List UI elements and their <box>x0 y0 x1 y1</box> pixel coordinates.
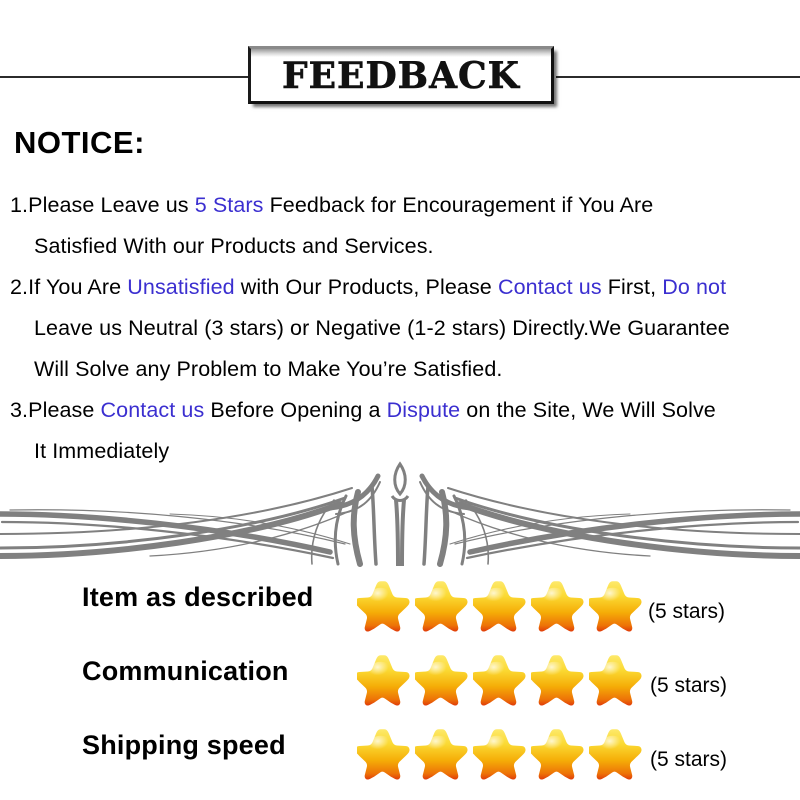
notice-line: 3.Please Contact us Before Opening a Dis… <box>10 390 800 431</box>
notice-highlight-text: Unsatisfied <box>127 275 235 299</box>
star-icon[interactable] <box>473 578 527 632</box>
star-rating[interactable] <box>357 578 643 632</box>
notice-body: 1.Please Leave us 5 Stars Feedback for E… <box>10 185 800 472</box>
notice-highlight-text: 5 Stars <box>194 193 264 217</box>
header-rule-right <box>556 76 800 78</box>
notice-highlight-text: Contact us <box>100 398 205 422</box>
star-icon[interactable] <box>357 578 411 632</box>
rating-caption: (5 stars) <box>650 748 728 771</box>
rating-row: Communication (5 stars) <box>0 646 800 720</box>
star-icon[interactable] <box>473 652 527 706</box>
notice-line: Will Solve any Problem to Make You’re Sa… <box>10 349 800 390</box>
notice-text: 2.If You Are <box>10 275 128 299</box>
star-icon[interactable] <box>357 652 411 706</box>
notice-text: Will Solve any Problem to Make You’re Sa… <box>34 357 503 381</box>
notice-text: First, <box>601 275 663 299</box>
header-rule-left <box>0 76 249 78</box>
star-icon[interactable] <box>589 578 643 632</box>
ratings-section: Item as described (5 stars) Communication (… <box>0 572 800 794</box>
rating-row: Shipping speed (5 stars) <box>0 720 800 794</box>
star-icon[interactable] <box>589 652 643 706</box>
notice-text: Before Opening a <box>204 398 387 422</box>
notice-highlight-text: Contact us <box>497 275 602 299</box>
page-title: FEEDBACK <box>282 55 520 98</box>
star-icon[interactable] <box>531 652 585 706</box>
star-icon[interactable] <box>415 652 469 706</box>
notice-text: with Our Products, Please <box>234 275 498 299</box>
notice-text: Leave us Neutral (3 stars) or Negative (… <box>34 316 730 340</box>
flourish-divider-icon <box>0 452 800 567</box>
notice-text: 3.Please <box>10 398 101 422</box>
notice-heading: NOTICE: <box>14 125 145 160</box>
star-icon[interactable] <box>473 726 527 780</box>
star-icon[interactable] <box>531 726 585 780</box>
notice-line: Leave us Neutral (3 stars) or Negative (… <box>10 308 800 349</box>
notice-text: Satisfied With our Products and Services… <box>34 234 434 258</box>
rating-caption: (5 stars) <box>650 674 728 697</box>
star-icon[interactable] <box>415 726 469 780</box>
star-icon[interactable] <box>415 578 469 632</box>
star-rating[interactable] <box>357 652 643 706</box>
notice-text: Feedback for Encouragement if You Are <box>263 193 654 217</box>
notice-text: 1.Please Leave us <box>10 193 195 217</box>
notice-highlight-text: Dispute <box>386 398 461 422</box>
notice-highlight-text: Do not <box>662 275 727 299</box>
rating-row: Item as described (5 stars) <box>0 572 800 646</box>
feedback-title-box: FEEDBACK <box>248 46 554 104</box>
rating-label: Shipping speed <box>82 730 286 760</box>
notice-line: 1.Please Leave us 5 Stars Feedback for E… <box>10 185 800 226</box>
star-rating[interactable] <box>357 726 643 780</box>
feedback-header-banner: FEEDBACK <box>0 40 800 110</box>
rating-label: Communication <box>82 656 289 686</box>
star-icon[interactable] <box>589 726 643 780</box>
notice-text: on the Site, We Will Solve <box>460 398 716 422</box>
notice-line: Satisfied With our Products and Services… <box>10 226 800 267</box>
notice-line: 2.If You Are Unsatisfied with Our Produc… <box>10 267 800 308</box>
rating-caption: (5 stars) <box>648 600 726 623</box>
rating-label: Item as described <box>82 582 314 612</box>
star-icon[interactable] <box>357 726 411 780</box>
star-icon[interactable] <box>531 578 585 632</box>
